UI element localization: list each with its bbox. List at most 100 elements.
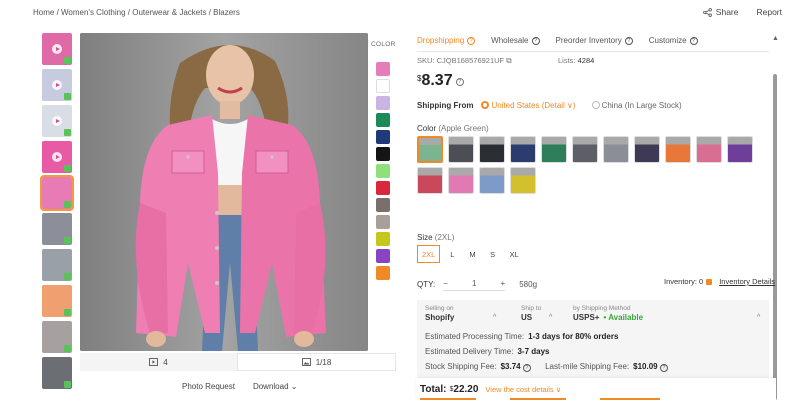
delivery-time-value: 3-7 days (517, 347, 550, 356)
color-swatch[interactable] (376, 215, 390, 229)
selling-on-dropdown[interactable]: Selling on Shopify ^ (417, 305, 513, 322)
help-icon[interactable]: ? (531, 36, 540, 45)
help-icon[interactable]: ? (467, 36, 476, 45)
radio-unselected-icon (591, 101, 600, 109)
shipping-detail-toggle[interactable]: (Detail ∨) (542, 101, 576, 110)
shipping-from-china-radio[interactable]: China (In Large Stock) (591, 101, 682, 110)
size-option[interactable]: XL (505, 245, 524, 263)
color-variant-thumbnail[interactable] (603, 136, 629, 163)
check-icon (64, 57, 71, 64)
product-thumbnail[interactable] (40, 175, 74, 211)
product-thumbnail[interactable] (42, 141, 72, 173)
color-variant-thumbnail[interactable] (417, 136, 443, 163)
color-variant-thumbnail[interactable] (448, 167, 474, 194)
tab-preorder-inventory[interactable]: Preorder Inventory? (556, 36, 633, 45)
color-swatch[interactable] (376, 79, 390, 93)
image-icon (301, 358, 311, 366)
color-swatch[interactable] (376, 266, 390, 280)
size-option[interactable]: S (485, 245, 501, 263)
product-thumbnail[interactable] (42, 357, 72, 389)
help-icon[interactable]: ? (689, 36, 698, 45)
color-variant-thumbnail[interactable] (510, 167, 536, 194)
qty-minus-button[interactable]: − (443, 279, 448, 288)
breadcrumb-item-outerwear[interactable]: Outerwear & Jackets (132, 8, 206, 17)
tab-label: Customize (648, 36, 687, 45)
color-variant-thumbnail[interactable] (696, 136, 722, 163)
size-option[interactable]: L (444, 245, 460, 263)
breadcrumb-item-womens-clothing[interactable]: Women's Clothing (61, 8, 126, 17)
scrollbar[interactable] (773, 74, 777, 400)
color-selected-value: (Apple Green) (438, 124, 489, 133)
product-thumbnail[interactable] (42, 285, 72, 317)
size-title: Size (2XL) (417, 233, 454, 242)
color-variant-thumbnail[interactable] (479, 167, 505, 194)
color-variant-thumbnail[interactable] (634, 136, 660, 163)
inventory-details-link[interactable]: Inventory Details (719, 277, 775, 286)
color-swatch[interactable] (376, 113, 390, 127)
breadcrumb-item-blazers[interactable]: Blazers (213, 8, 240, 17)
lastmile-fee-help-icon[interactable]: ? (659, 364, 668, 372)
color-swatch[interactable] (376, 147, 390, 161)
price-amount: 8.37 (421, 72, 453, 89)
photo-request-link[interactable]: Photo Request (182, 382, 235, 391)
qty-value[interactable]: 1 (472, 279, 476, 288)
media-counter-bar: 4 1/18 (80, 353, 396, 371)
help-icon[interactable]: ? (624, 36, 633, 45)
product-thumbnail[interactable] (42, 69, 72, 101)
color-variant-thumbnail[interactable] (727, 136, 753, 163)
breadcrumb-item-home[interactable]: Home (33, 8, 54, 17)
size-option[interactable]: M (464, 245, 480, 263)
price: $ 8.37 ? (417, 72, 464, 90)
color-swatch-column: COLOR (371, 33, 395, 351)
product-thumbnail[interactable] (42, 33, 72, 65)
color-variant-thumbnail[interactable] (417, 167, 443, 194)
main-product-image[interactable] (80, 33, 368, 351)
color-variant-thumbnail[interactable] (448, 136, 474, 163)
product-thumbnail[interactable] (42, 213, 72, 245)
play-icon (52, 44, 62, 54)
color-column-label: COLOR (371, 41, 396, 48)
color-variant-thumbnail[interactable] (541, 136, 567, 163)
qty-plus-button[interactable]: + (501, 279, 506, 288)
color-swatch[interactable] (376, 96, 390, 110)
processing-time-value: 1-3 days for 80% orders (528, 332, 619, 341)
color-swatch[interactable] (376, 62, 390, 76)
product-thumbnail[interactable] (42, 249, 72, 281)
color-swatch[interactable] (376, 130, 390, 144)
color-variant-thumbnail[interactable] (479, 136, 505, 163)
shipping-method-dropdown[interactable]: by Shipping Method USPS+ • Available ^ (565, 305, 769, 322)
image-count-tab[interactable]: 1/18 (237, 353, 396, 371)
color-swatch[interactable] (376, 164, 390, 178)
share-button[interactable]: Share (702, 7, 738, 17)
check-icon (64, 309, 71, 316)
color-variant-thumbnail[interactable] (665, 136, 691, 163)
product-thumbnail[interactable] (42, 321, 72, 353)
shipping-from-label: Shipping From (417, 101, 474, 110)
selling-on-caption: Selling on (425, 304, 454, 312)
color-variant-thumbnail[interactable] (510, 136, 536, 163)
color-swatch[interactable] (376, 181, 390, 195)
color-swatch[interactable] (376, 249, 390, 263)
price-help-icon[interactable]: ? (455, 78, 464, 86)
report-button[interactable]: Report (756, 7, 782, 17)
product-thumbnail[interactable] (42, 105, 72, 137)
shipping-from-us-radio[interactable]: United States (Detail ∨) (481, 101, 576, 110)
ship-to-dropdown[interactable]: Ship to US ^ (513, 305, 565, 322)
copy-icon[interactable]: ⧉ (506, 56, 511, 65)
tab-wholesale[interactable]: Wholesale? (491, 36, 540, 45)
video-count-tab[interactable]: 4 (80, 353, 237, 371)
size-option[interactable]: 2XL (417, 245, 441, 263)
color-swatch[interactable] (376, 198, 390, 212)
color-swatch[interactable] (376, 232, 390, 246)
color-variant-thumbnail[interactable] (572, 136, 598, 163)
cost-details-toggle[interactable]: View the cost details ∨ (485, 385, 561, 394)
photo-actions: Photo Request Download ⌄ (182, 382, 297, 391)
tab-dropshipping[interactable]: Dropshipping? (417, 36, 476, 45)
tab-customize[interactable]: Customize? (649, 36, 698, 45)
lastmile-fee-value: $10.09 (633, 362, 658, 371)
stock-fee-help-icon[interactable]: ? (522, 364, 531, 372)
chevron-down-icon: ⌄ (290, 382, 298, 391)
download-dropdown[interactable]: Download ⌄ (253, 382, 298, 391)
total-label: Total: (420, 383, 447, 395)
scroll-up-arrow-icon[interactable]: ▲ (772, 35, 779, 42)
